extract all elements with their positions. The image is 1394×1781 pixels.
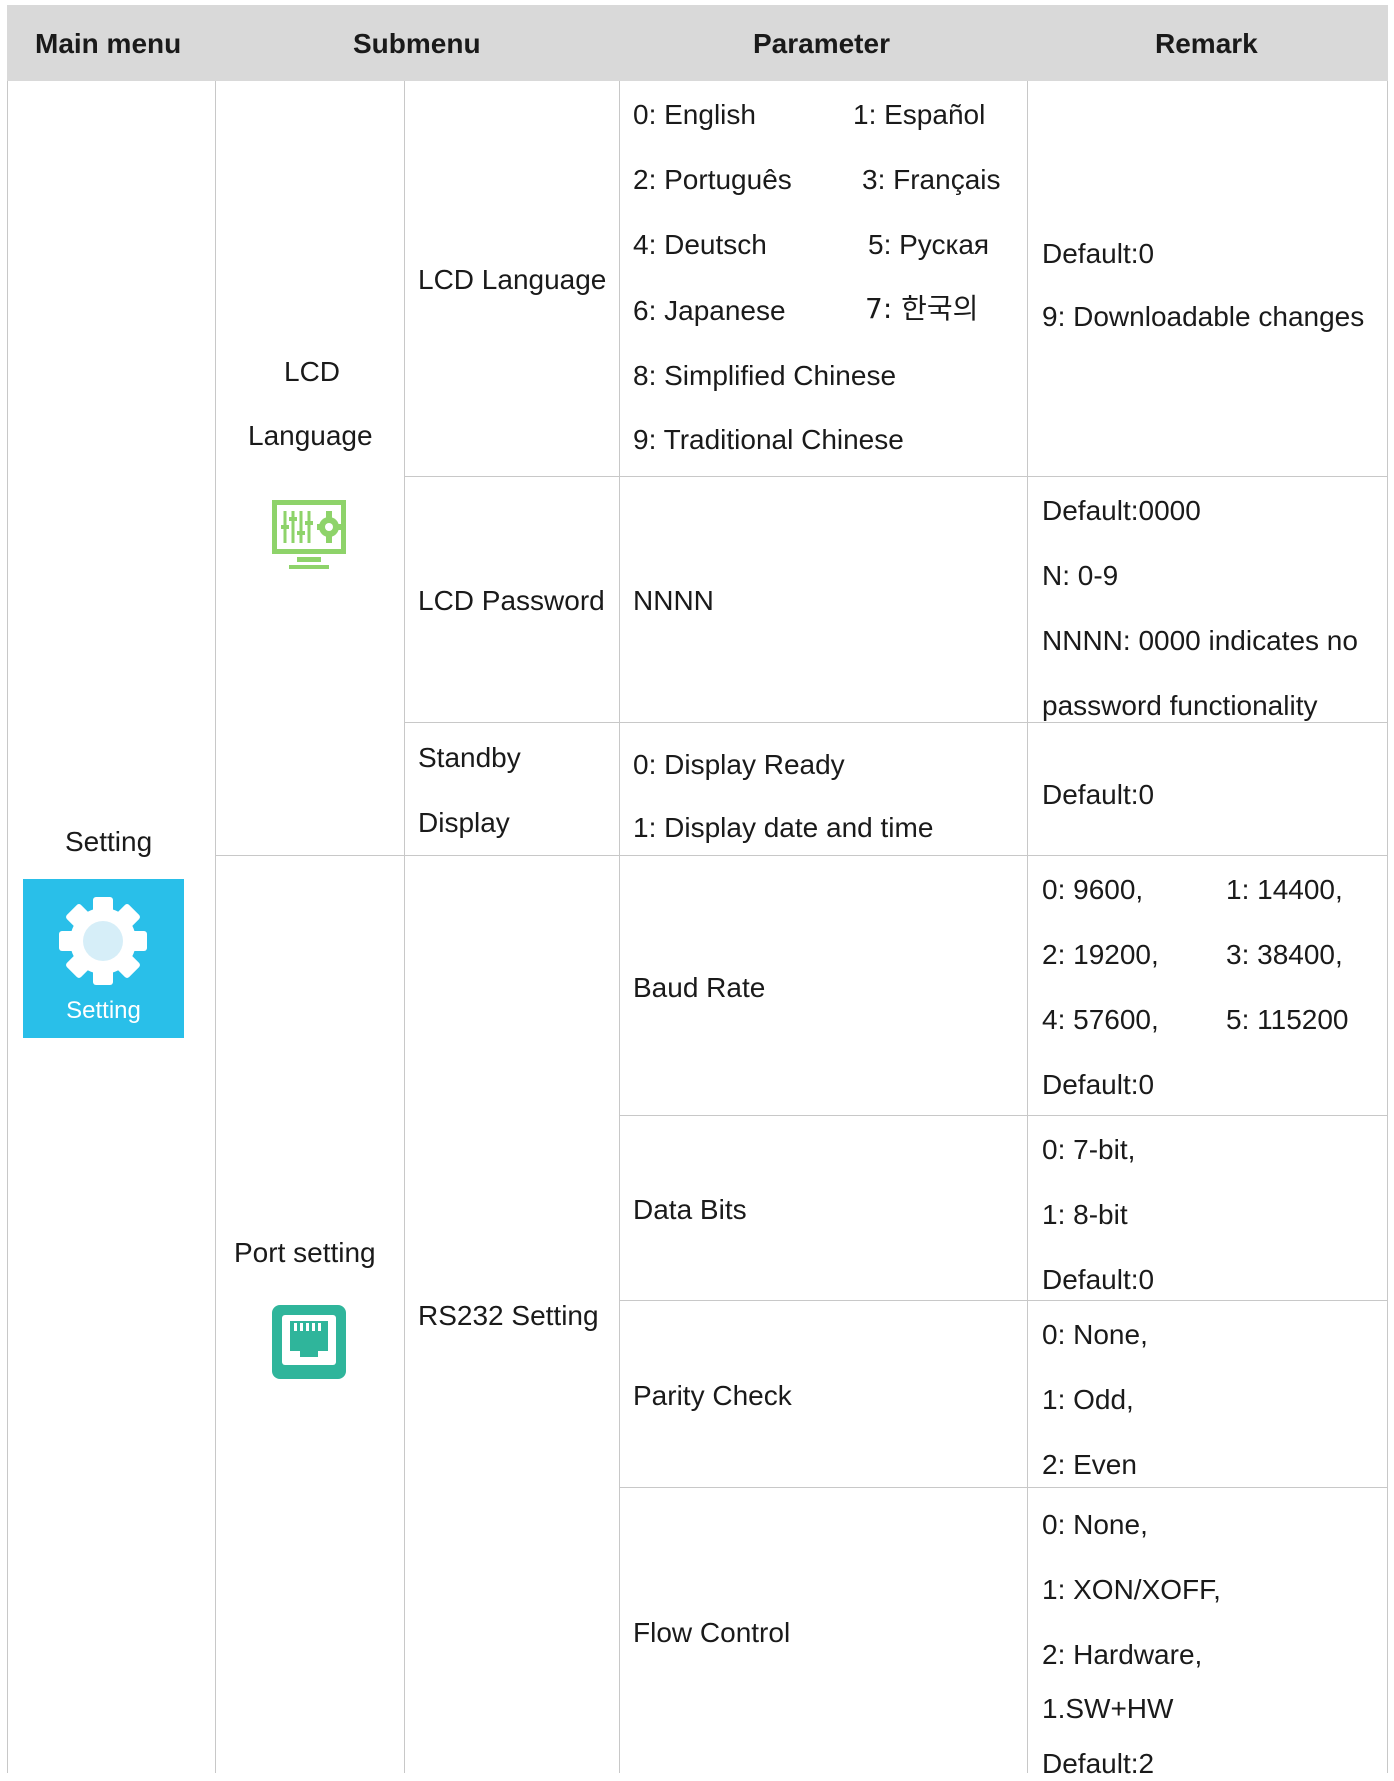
- lang-option-4: 4: Deutsch: [633, 229, 767, 260]
- standby-name-2: Display: [418, 807, 510, 838]
- setting-icon-label: Setting: [66, 997, 141, 1024]
- baud-default: Default:0: [1042, 1069, 1155, 1100]
- row-divider-databits: [619, 1300, 1388, 1301]
- header-main-menu: Main menu: [35, 28, 182, 59]
- setting-label: Setting: [65, 826, 153, 857]
- standby-param-1: 0: Display Ready: [633, 749, 845, 780]
- lcd-password-param: NNNN: [633, 585, 714, 616]
- col-divider-3: [619, 81, 620, 1773]
- lcd-language-remark-1: Default:0: [1042, 238, 1155, 269]
- header-submenu: Submenu: [353, 28, 481, 59]
- monitor-settings-icon: [271, 499, 347, 572]
- standby-remark: Default:0: [1042, 779, 1155, 810]
- lang-option-0: 0: English: [633, 99, 756, 130]
- lang-option-9: 9: Traditional Chinese: [633, 424, 904, 455]
- lcd-password-remark-2: N: 0-9: [1042, 560, 1119, 591]
- table-border-left: [7, 81, 8, 1773]
- flow-control-name: Flow Control: [633, 1617, 791, 1648]
- baud-value-1: 1: 14400,: [1226, 874, 1343, 905]
- lang-option-6: 6: Japanese: [633, 295, 786, 326]
- lcd-password-remark-1: Default:0000: [1042, 495, 1201, 526]
- row-divider-lang: [404, 476, 1388, 477]
- lang-option-1: 1: Español: [853, 99, 986, 130]
- row-divider-standby: [215, 855, 1388, 856]
- baud-value-0: 0: 9600,: [1042, 874, 1144, 905]
- rs232-setting-name: RS232 Setting: [418, 1300, 599, 1331]
- row-divider-parity: [619, 1487, 1388, 1488]
- setting-icon[interactable]: Setting: [23, 879, 184, 1038]
- parity-remark-0: 0: None,: [1042, 1319, 1148, 1350]
- baud-value-2: 2: 19200,: [1042, 939, 1159, 970]
- baud-value-4: 4: 57600,: [1042, 1004, 1159, 1035]
- data-bits-name: Data Bits: [633, 1194, 747, 1225]
- lang-option-7: 7: 한국의: [865, 292, 979, 325]
- col-divider-2: [404, 81, 405, 1773]
- parity-remark-2: 2: Even: [1042, 1449, 1137, 1480]
- parity-remark-1: 1: Odd,: [1042, 1384, 1134, 1415]
- lcd-group-label-2: Language: [248, 420, 373, 451]
- lcd-password-remark-4: password functionality: [1042, 690, 1318, 721]
- lcd-password-remark-3: NNNN: 0000 indicates no: [1042, 625, 1358, 656]
- lcd-group-label-1: LCD: [284, 356, 341, 387]
- col-divider-4: [1027, 81, 1028, 1773]
- baud-rate-name: Baud Rate: [633, 972, 766, 1003]
- col-divider-1: [215, 81, 216, 1773]
- row-divider-baud: [619, 1115, 1388, 1116]
- data-bits-remark-0: 0: 7-bit,: [1042, 1134, 1136, 1165]
- standby-name-1: Standby: [418, 742, 521, 773]
- lang-option-3: 3: Français: [862, 164, 1001, 195]
- lang-option-2: 2: Português: [633, 164, 792, 195]
- flow-remark-0: 0: None,: [1042, 1509, 1148, 1540]
- flow-remark-3: 1.SW+HW: [1042, 1693, 1174, 1724]
- header-parameter: Parameter: [753, 28, 890, 59]
- baud-value-3: 3: 38400,: [1226, 939, 1343, 970]
- flow-remark-2: 2: Hardware,: [1042, 1639, 1203, 1670]
- flow-remark-4: Default:2: [1042, 1748, 1155, 1779]
- data-bits-remark-2: Default:0: [1042, 1264, 1155, 1295]
- flow-remark-1: 1: XON/XOFF,: [1042, 1574, 1221, 1605]
- lang-option-5: 5: Руская: [868, 229, 990, 260]
- header-remark: Remark: [1155, 28, 1258, 59]
- lcd-password-name: LCD Password: [418, 585, 605, 616]
- table-border-right: [1387, 81, 1388, 1773]
- standby-param-2: 1: Display date and time: [633, 812, 934, 843]
- ethernet-port-icon: [272, 1305, 346, 1379]
- parity-check-name: Parity Check: [633, 1380, 792, 1411]
- port-group-label: Port setting: [234, 1237, 376, 1268]
- lang-option-8: 8: Simplified Chinese: [633, 360, 897, 391]
- baud-value-5: 5: 115200: [1226, 1004, 1349, 1035]
- lcd-language-name: LCD Language: [418, 264, 607, 295]
- data-bits-remark-1: 1: 8-bit: [1042, 1199, 1128, 1230]
- lcd-language-remark-2: 9: Downloadable changes: [1042, 301, 1365, 332]
